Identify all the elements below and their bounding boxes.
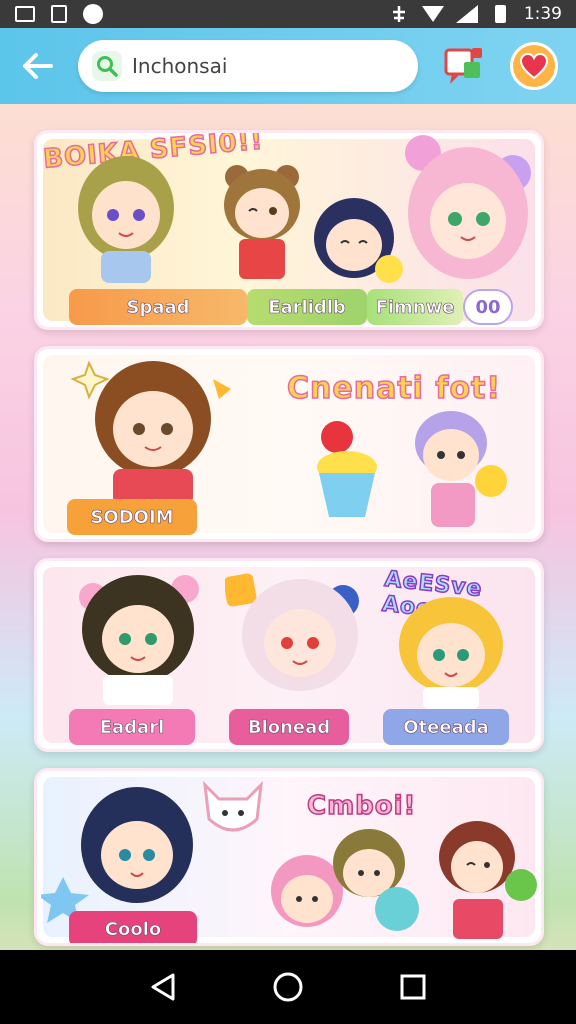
chat-stickers-button[interactable] [440, 42, 488, 90]
status-right: 1:39 [388, 4, 562, 24]
sticker-label[interactable]: Eadarl [69, 709, 195, 745]
search-query: Inchonsai [132, 54, 228, 78]
status-left [14, 4, 104, 24]
character-dark-hair-boy [79, 575, 199, 705]
character-bear-ears-girl [224, 165, 300, 279]
card-title: Cmboi! [306, 790, 417, 822]
chat-bubble-badge[interactable]: 00 [463, 289, 513, 325]
sticker-label[interactable]: Blonead [229, 709, 349, 745]
gallery-icon [14, 5, 36, 23]
character-pink-hair-girl [405, 135, 531, 279]
arrow-left-icon [23, 53, 53, 79]
sticker-label[interactable]: SODOIM [67, 499, 197, 535]
sticker-label[interactable]: Coolo [69, 911, 197, 943]
fox-sticker [203, 780, 263, 832]
battery-icon [490, 5, 512, 23]
sticker-card-3[interactable]: AeESve Aoes Eadarl Blonead Oteeada [34, 558, 544, 752]
search-icon [92, 51, 122, 81]
character-blonde-girl [78, 156, 174, 283]
back-triangle-icon [151, 973, 175, 1001]
recents-square-icon [400, 974, 426, 1000]
character-olive-hair-boy [333, 829, 419, 931]
clock: 1:39 [523, 4, 562, 24]
save-icon [48, 5, 70, 23]
nav-back-button[interactable] [143, 967, 183, 1007]
signal-icon [455, 5, 478, 23]
nav-recents-button[interactable] [393, 967, 433, 1007]
sticker-card-4[interactable]: Cmboi! Coolo [34, 768, 544, 946]
heart-icon [519, 52, 549, 80]
cupcake-sticker [317, 421, 377, 517]
character-white-hair-girl [225, 573, 359, 691]
back-button[interactable] [16, 44, 60, 88]
sticker-label[interactable]: Fimnwe [367, 289, 463, 325]
card-title: Cnenati fot! [286, 370, 502, 407]
wifi-icon [421, 5, 444, 23]
status-bar: 1:39 [0, 0, 576, 28]
character-red-hair-girl [439, 821, 537, 939]
character-brown-hair-boy [70, 360, 231, 505]
search-input[interactable]: Inchonsai [78, 40, 418, 92]
character-navy-hair-girl [41, 787, 193, 923]
home-circle-icon [273, 972, 303, 1002]
alarm-icon [388, 5, 410, 23]
nav-home-button[interactable] [268, 967, 308, 1007]
sticker-card-2[interactable]: Cnenati fot! SODOIM [34, 346, 544, 542]
app-icon [82, 4, 104, 24]
sticker-card-1[interactable]: BOIKA SFSI0!! Spaad Earlidlb Fimnwe 00 [34, 130, 544, 330]
character-lilac-hair-kid [415, 411, 507, 527]
character-blond-boy [399, 597, 503, 709]
chat-stickers-icon [444, 48, 482, 84]
system-nav-bar [0, 950, 576, 1024]
favorites-button[interactable] [510, 42, 558, 90]
sticker-label[interactable]: Spaad [69, 289, 247, 325]
sticker-label[interactable]: Earlidlb [247, 289, 367, 325]
app-header: Inchonsai [0, 28, 576, 104]
sticker-label[interactable]: Oteeada [383, 709, 509, 745]
